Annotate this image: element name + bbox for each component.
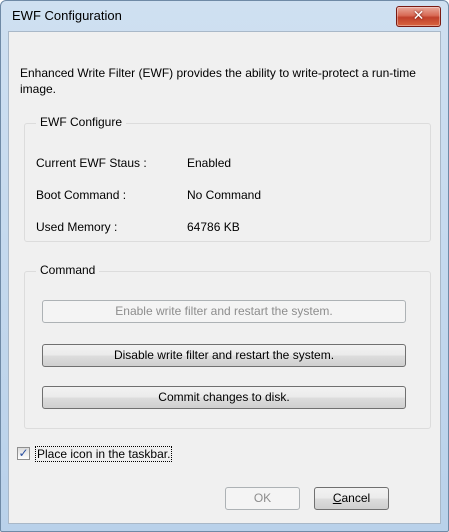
- enable-write-filter-button[interactable]: Enable write filter and restart the syst…: [42, 300, 406, 323]
- boot-command-value: No Command: [187, 188, 262, 202]
- disable-write-filter-button[interactable]: Disable write filter and restart the sys…: [42, 344, 406, 367]
- ok-button[interactable]: OK: [225, 487, 300, 510]
- taskbar-checkbox[interactable]: ✓: [17, 446, 30, 460]
- close-icon: ✕: [412, 8, 425, 24]
- check-icon: ✓: [18, 446, 29, 460]
- commit-changes-button[interactable]: Commit changes to disk.: [42, 386, 406, 409]
- current-status-key: Current EWF Staus :: [36, 156, 147, 170]
- used-memory-key: Used Memory :: [36, 220, 118, 234]
- close-button[interactable]: ✕: [396, 6, 441, 27]
- taskbar-checkbox-label[interactable]: Place icon in the taskbar.: [35, 446, 173, 462]
- description-text: Enhanced Write Filter (EWF) provides the…: [20, 66, 416, 96]
- command-label: Command: [36, 263, 100, 277]
- dialog-window: EWF Configuration ✕ Enhanced Write Filte…: [0, 0, 449, 532]
- cancel-label-rest: ancel: [341, 491, 371, 505]
- ewf-configure-label: EWF Configure: [36, 115, 127, 129]
- current-status-value: Enabled: [187, 156, 232, 170]
- used-memory-value: 64786 KB: [187, 220, 240, 234]
- ewf-configure-group: EWF Configure Current EWF Staus : Enable…: [24, 115, 431, 242]
- title-bar[interactable]: EWF Configuration ✕: [1, 1, 448, 31]
- boot-command-key: Boot Command :: [36, 188, 127, 202]
- command-group: Command Enable write filter and restart …: [24, 263, 431, 429]
- window-title: EWF Configuration: [12, 8, 122, 23]
- dialog-content: Enhanced Write Filter (EWF) provides the…: [8, 31, 441, 524]
- cancel-button[interactable]: Cancel: [314, 487, 389, 510]
